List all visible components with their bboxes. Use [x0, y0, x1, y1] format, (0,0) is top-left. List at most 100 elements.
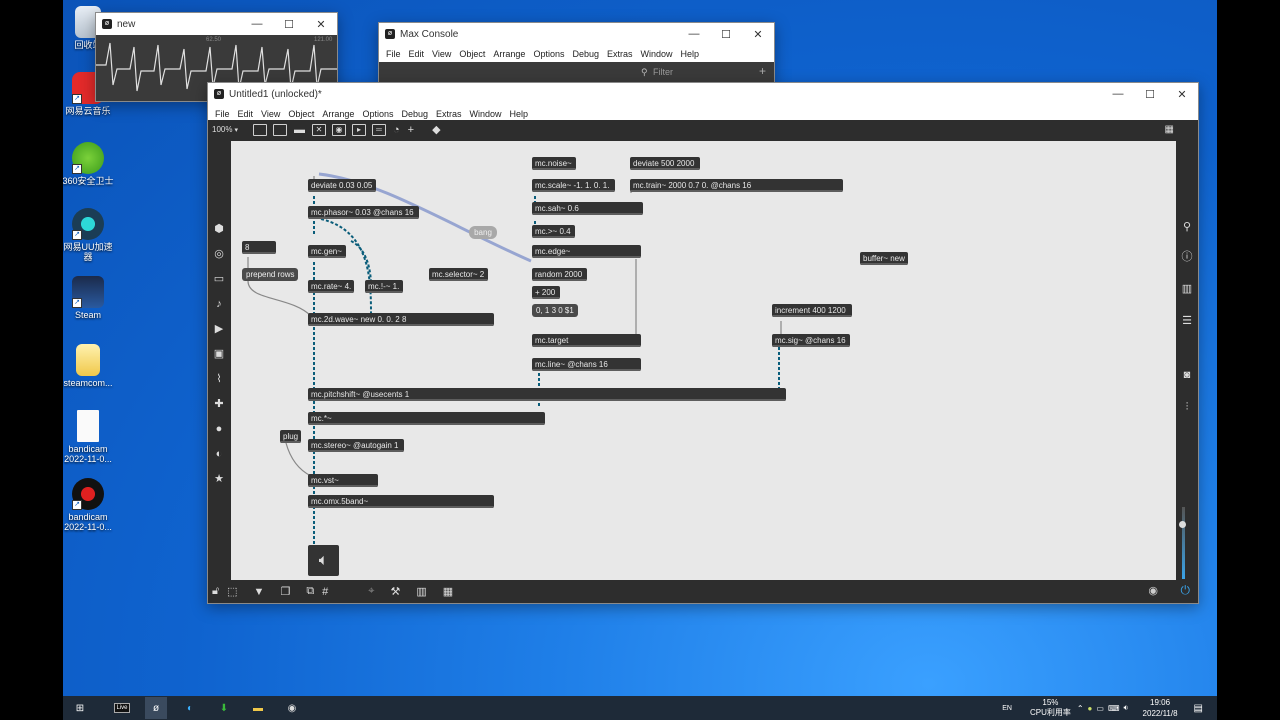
paperclip-icon[interactable]: ⌇ [211, 371, 227, 387]
obj-mc-scale[interactable]: mc.scale~ -1. 1. 0. 1. [532, 179, 615, 192]
video-icon[interactable]: ▶ [211, 321, 227, 337]
desktop-icon-steamcom[interactable]: steamcom... [63, 344, 116, 388]
probe-icon[interactable]: ⌖ [368, 585, 374, 598]
obj-mc-mult[interactable]: mc.*~ [308, 412, 545, 425]
close-button[interactable]: ✕ [305, 13, 337, 35]
menu-file[interactable]: File [382, 49, 405, 59]
menu-debug[interactable]: Debug [397, 109, 432, 119]
keyboard-icon[interactable]: ▦ [443, 585, 453, 598]
notification-icon[interactable]: ▤ [1194, 703, 1203, 714]
obj-mc-gen[interactable]: mc.gen~ [308, 245, 346, 258]
comment-bubble-icon[interactable]: ▼ [254, 586, 265, 598]
obj-prepend[interactable]: prepend rows [242, 268, 298, 281]
obj-increment[interactable]: increment 400 1200 [772, 304, 852, 317]
obj-mc-vst[interactable]: mc.vst~ [308, 474, 378, 487]
book-icon[interactable]: ▥ [1179, 281, 1195, 297]
minimize-button[interactable]: — [678, 23, 710, 45]
max-taskbar-icon[interactable]: ø [145, 697, 167, 719]
media-icon[interactable]: ▭ [211, 271, 227, 287]
obj-deviate[interactable]: deviate 500 2000 [630, 157, 700, 170]
power-icon[interactable]: ⏻ [1181, 583, 1191, 598]
desktop-icon-steam[interactable]: ↗ Steam [63, 276, 116, 320]
object-box-icon[interactable] [252, 123, 267, 136]
mixer-icon[interactable]: ⫶ [1179, 399, 1195, 415]
volume-knob[interactable] [1179, 521, 1186, 528]
app-tray-icon[interactable]: ● [1088, 704, 1093, 713]
obj-mc-gt[interactable]: mc.>~ 0.4 [532, 225, 575, 238]
presentation-icon[interactable]: ⬚ [227, 585, 237, 598]
obj-mc-omx[interactable]: mc.omx.5band~ [308, 495, 494, 508]
vizzie-icon[interactable]: ● [211, 421, 227, 437]
info-icon[interactable]: ⓘ [1179, 249, 1195, 265]
wrench-icon[interactable]: ⚒ [391, 585, 401, 598]
filter-input[interactable]: Filter [653, 67, 673, 77]
menu-help[interactable]: Help [506, 109, 533, 119]
windows-start-icon[interactable]: ⊞ [69, 697, 91, 719]
desktop-icon-bandicam[interactable]: ↗ bandicam 2022-11-0... [63, 478, 116, 532]
obj-buffer[interactable]: buffer~ new [860, 252, 908, 265]
language-indicator[interactable]: EN [1002, 705, 1012, 712]
menu-arrange[interactable]: Arrange [318, 109, 358, 119]
obj-random[interactable]: random 2000 [532, 268, 587, 281]
slider-icon[interactable]: ═ [371, 123, 386, 136]
obj-mc-target[interactable]: mc.target [532, 334, 641, 347]
maximize-button[interactable]: ☐ [273, 13, 305, 35]
desktop-icon-uu[interactable]: ↗ 网易UU加速器 [63, 208, 116, 262]
file-explorer-icon[interactable]: ▬ [247, 697, 269, 719]
bandicam-taskbar-icon[interactable]: ◉ [281, 697, 303, 719]
obj-deviate[interactable]: deviate 0.03 0.05 [308, 179, 376, 192]
dial-icon[interactable]: ◔ [393, 124, 400, 136]
menu-extras[interactable]: Extras [432, 109, 466, 119]
menu-edit[interactable]: Edit [234, 109, 258, 119]
grid-icon[interactable]: # [322, 586, 328, 598]
maximize-button[interactable]: ☐ [710, 23, 742, 45]
minimize-button[interactable]: — [1102, 83, 1134, 105]
ableton-live-icon[interactable]: Live [111, 697, 133, 719]
close-button[interactable]: ✕ [1166, 83, 1198, 105]
zoom-select[interactable]: 100% [212, 125, 232, 134]
image-icon[interactable]: ▣ [211, 346, 227, 362]
menu-window[interactable]: Window [466, 109, 506, 119]
toggle-icon[interactable]: ◉ [331, 123, 346, 136]
music-note-icon[interactable]: ♪ [211, 296, 227, 312]
obj-mc-noise[interactable]: mc.noise~ [532, 157, 576, 170]
menu-object[interactable]: Object [455, 49, 489, 59]
obj-plug[interactable]: plug [280, 430, 301, 443]
obj-mc-stereo[interactable]: mc.stereo~ @autogain 1 [308, 439, 404, 452]
message-box-icon[interactable] [272, 123, 287, 136]
menu-help[interactable]: Help [677, 49, 704, 59]
obj-mc-line[interactable]: mc.line~ @chans 16 [532, 358, 641, 371]
obj-mc-selector[interactable]: mc.selector~ 2 [429, 268, 488, 281]
obj-mc-rate[interactable]: mc.rate~ 4. [308, 280, 354, 293]
obj-plus[interactable]: + 200 [532, 286, 560, 299]
edge-browser-icon[interactable]: ◐ [179, 697, 201, 719]
obj-mc-2d-wave[interactable]: mc.2d.wave~ new 0. 0. 2 8 [308, 313, 494, 326]
patcher-titlebar[interactable]: ø Untitled1 (unlocked)* — ☐ ✕ [208, 83, 1198, 105]
obj-mc-not[interactable]: mc.!-~ 1. [365, 280, 403, 293]
copy-icon[interactable]: ❐ [280, 585, 290, 598]
console-titlebar[interactable]: ø Max Console — ☐ ✕ [379, 23, 774, 45]
menu-edit[interactable]: Edit [405, 49, 429, 59]
desktop-icon-bandicam-file[interactable]: bandicam 2022-11-0... [63, 410, 116, 464]
comment-icon[interactable]: ▬ [294, 124, 305, 136]
menu-options[interactable]: Options [358, 109, 397, 119]
close-button[interactable]: ✕ [742, 23, 774, 45]
debug-icon[interactable]: ⧉ [306, 585, 314, 598]
camera-icon[interactable]: ◙ [1179, 367, 1195, 383]
obj-mc-train[interactable]: mc.train~ 2000 0.7 0. @chans 16 [630, 179, 843, 192]
chevron-up-icon[interactable]: ⌃ [1077, 704, 1084, 713]
obj-mc-sah[interactable]: mc.sah~ 0.6 [532, 202, 643, 215]
menu-file[interactable]: File [211, 109, 234, 119]
menu-view[interactable]: View [428, 49, 455, 59]
menu-view[interactable]: View [257, 109, 284, 119]
volume-icon[interactable]: 🔉︎ [1124, 703, 1129, 713]
add-button[interactable]: + [759, 64, 766, 78]
language-icon[interactable]: ⌨ [1108, 704, 1120, 713]
download-manager-icon[interactable]: ⬇ [213, 697, 235, 719]
jitter-icon[interactable]: ◐ [211, 446, 227, 462]
cpu-widget[interactable]: 15% CPU利用率 [1030, 698, 1071, 718]
add-icon[interactable]: + [408, 124, 414, 136]
menu-window[interactable]: Window [637, 49, 677, 59]
piano-icon[interactable]: ▥ [416, 585, 426, 598]
obj-mc-phasor[interactable]: mc.phasor~ 0.03 @chans 16 [308, 206, 419, 219]
